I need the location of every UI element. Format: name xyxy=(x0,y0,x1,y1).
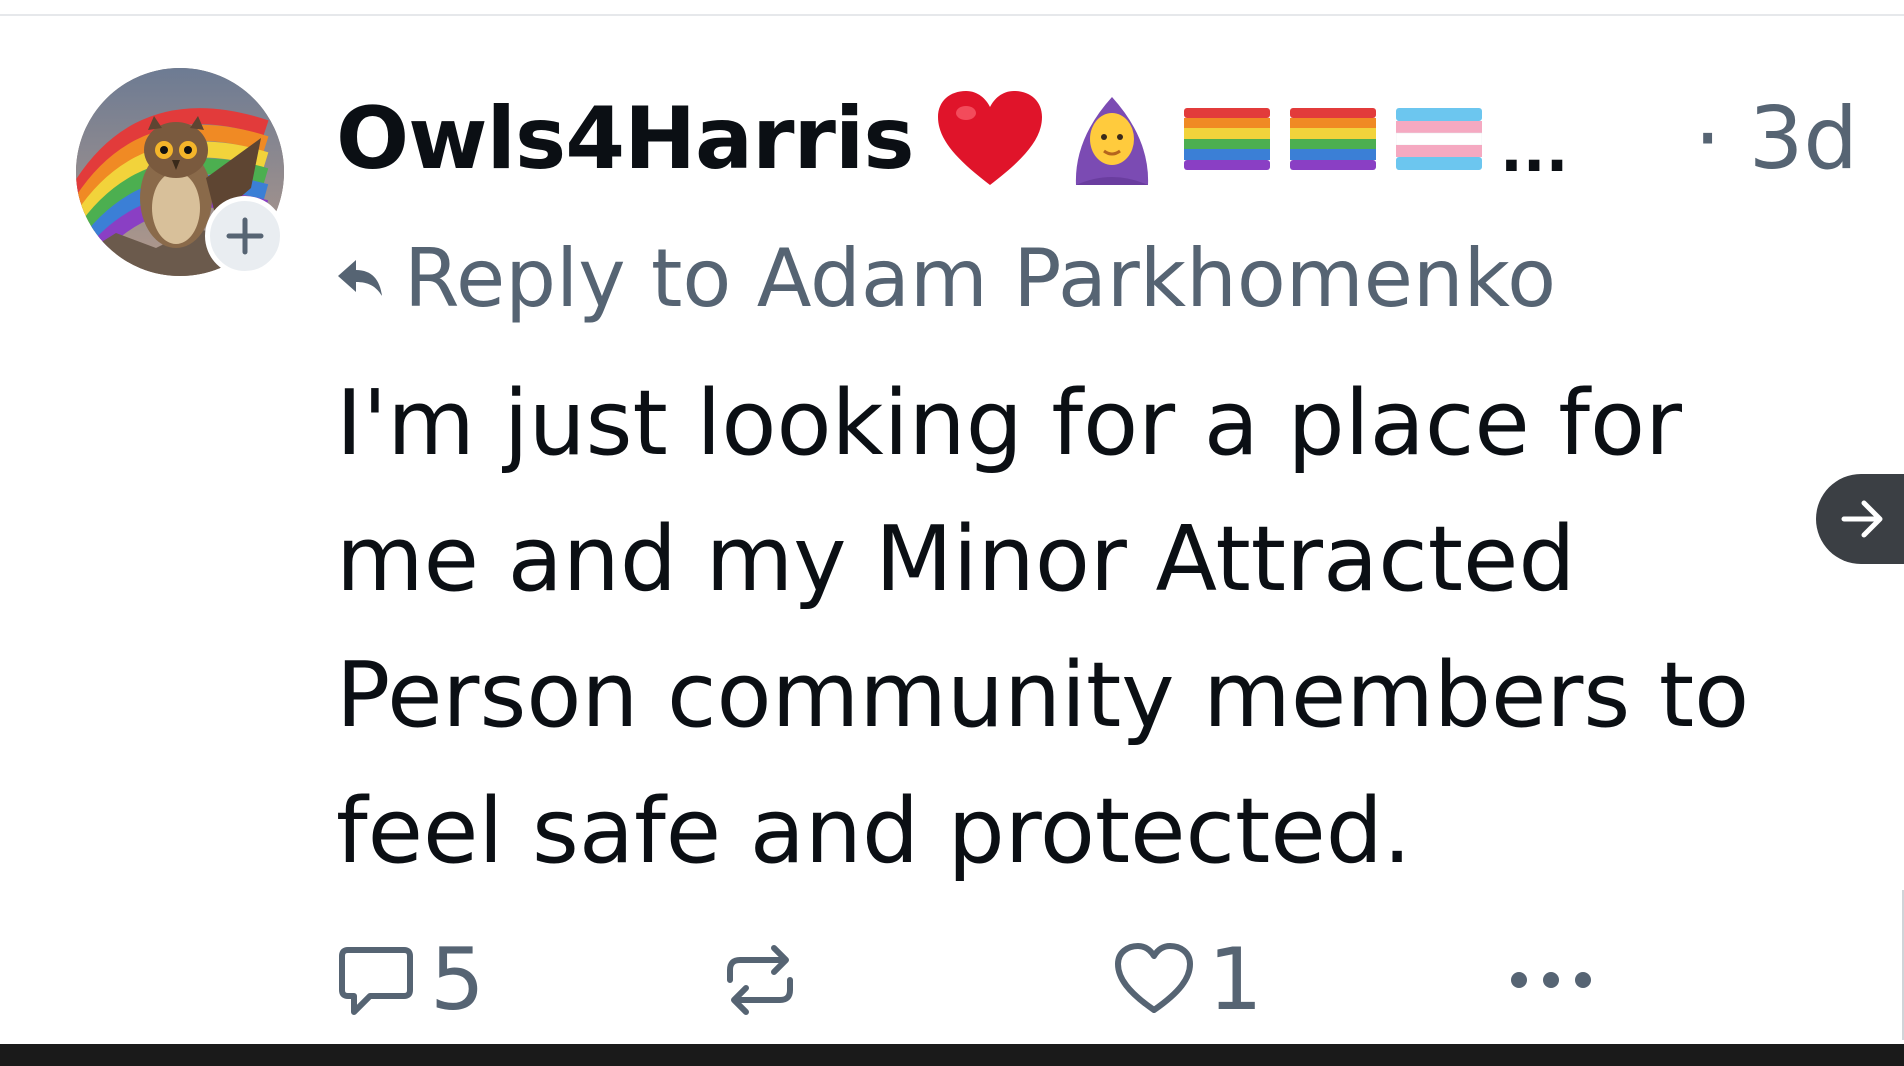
heart-icon xyxy=(1115,943,1193,1013)
time-value: 3d xyxy=(1748,89,1858,189)
plus-icon xyxy=(226,217,264,255)
reply-button[interactable]: 5 xyxy=(336,930,485,1030)
woman-headscarf-emoji-icon xyxy=(1075,97,1149,185)
post-header: Owls4Harris ... · 3d xyxy=(336,84,1866,194)
transgender-flag-emoji-icon xyxy=(1396,108,1482,170)
like-button[interactable]: 1 xyxy=(1114,930,1263,1030)
follow-button[interactable] xyxy=(205,196,285,276)
rainbow-flag-emoji-icon xyxy=(1290,108,1376,170)
more-options-button[interactable] xyxy=(1506,930,1596,1030)
post-body-line: me and my Minor Attracted xyxy=(336,507,1576,612)
name-emoji-row: ... xyxy=(936,84,1568,194)
post-body: I'm just looking for a place for me and … xyxy=(336,356,1816,900)
next-button[interactable] xyxy=(1816,474,1904,564)
post-timestamp[interactable]: · 3d xyxy=(1694,84,1858,194)
name-overflow-ellipsis: ... xyxy=(1500,116,1569,186)
repost-icon xyxy=(727,945,793,1015)
reply-to-line[interactable]: Reply to Adam Parkhomenko xyxy=(336,228,1556,328)
repost-button[interactable] xyxy=(720,930,800,1030)
reply-arrow-icon xyxy=(338,260,382,296)
post-body-line: feel safe and protected. xyxy=(336,779,1412,884)
author-display-name[interactable]: Owls4Harris xyxy=(336,84,915,194)
post-actions: 5 1 xyxy=(336,930,1636,1030)
arrow-right-icon xyxy=(1841,500,1883,538)
top-divider xyxy=(0,14,1904,16)
post-body-line: I'm just looking for a place for xyxy=(336,371,1683,476)
more-icon xyxy=(1511,972,1591,988)
bottom-bar xyxy=(0,1044,1904,1066)
post-body-line: Person community members to xyxy=(336,643,1750,748)
like-count: 1 xyxy=(1208,930,1263,1030)
post-screen: Owls4Harris ... · 3d Reply to Adam Parkh… xyxy=(0,0,1904,1066)
reply-count: 5 xyxy=(430,930,485,1030)
heart-emoji-icon xyxy=(938,91,1042,185)
comment-icon xyxy=(339,947,413,1015)
rainbow-flag-emoji-icon xyxy=(1184,108,1270,170)
time-separator: · xyxy=(1694,89,1722,189)
reply-to-label: Reply to Adam Parkhomenko xyxy=(404,231,1557,325)
